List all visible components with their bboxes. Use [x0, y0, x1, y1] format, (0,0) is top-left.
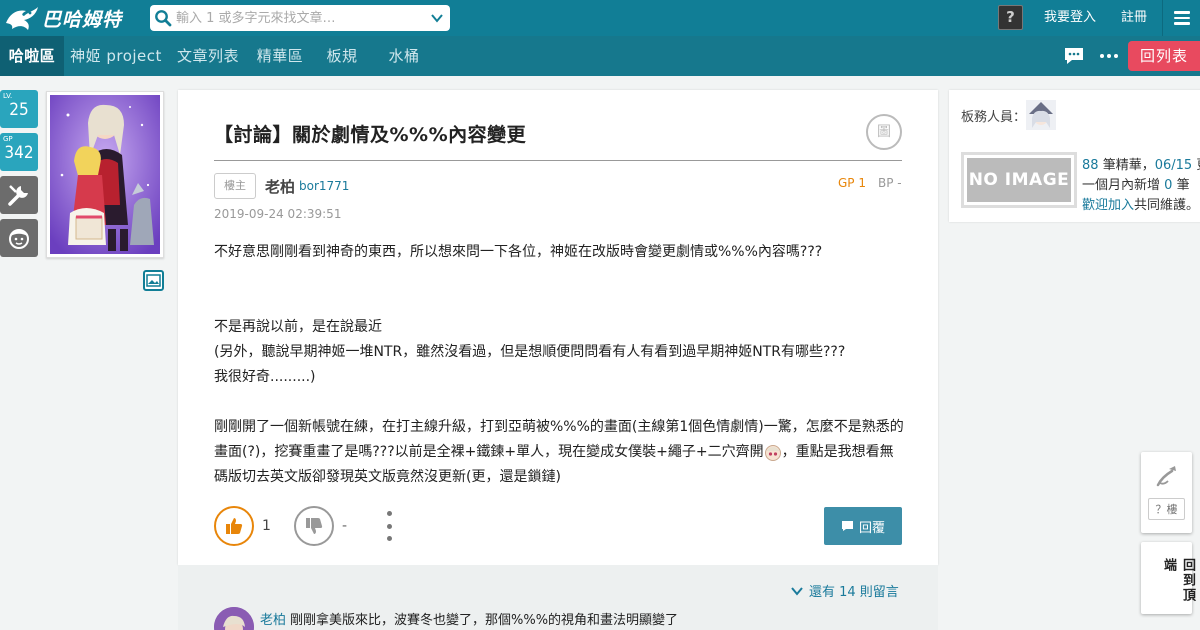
tab-board-name[interactable]: 神姬 project — [64, 36, 168, 76]
comments-section: 還有 14 則留言 老柏 剛剛拿美版來比，波賽冬也變了，那個%%%的視角和畫法明… — [178, 565, 938, 630]
reply-label: 回覆 — [858, 520, 885, 536]
image-post-badge[interactable]: 圖 — [866, 114, 902, 150]
post-more-icon[interactable] — [384, 511, 394, 541]
top-header: 巴哈姆特 ? 我要登入 註冊 — [0, 0, 1200, 36]
featured-suffix: 更 — [1196, 158, 1200, 173]
floating-toolbar — [1141, 452, 1192, 533]
thumbs-down-button[interactable] — [294, 506, 334, 546]
join-line: 歡迎加入共同維護。 — [1082, 194, 1199, 213]
thumbs-up-button[interactable] — [214, 506, 254, 546]
jump-to-floor-input[interactable] — [1148, 498, 1185, 520]
tab-featured[interactable]: 精華區 — [248, 36, 312, 76]
bp-vote-count: - — [342, 518, 348, 534]
chevron-down-icon[interactable] — [430, 11, 444, 25]
post-body: 不好意思剛剛看到神奇的東西，所以想來問一下各位，神姬在改版時會變更劇情或%%%內… — [214, 240, 904, 490]
featured-count[interactable]: 88 — [1082, 158, 1099, 173]
tab-chat-area[interactable]: 哈啦區 — [0, 36, 64, 76]
expand-comments-link[interactable]: 還有 14 則留言 — [791, 581, 899, 600]
noimage-text: NO IMAGE — [967, 158, 1071, 202]
login-link[interactable]: 我要登入 — [1036, 0, 1104, 36]
post-paragraph: (另外，聽說早期神姬一堆NTR，雖然沒看過，但是想順便問問看有人有看到過早期神姬… — [214, 344, 846, 360]
gp-vote-count: 1 — [262, 518, 271, 534]
post-paragraph: 我很好奇.........) — [214, 369, 316, 385]
level-badge: LV. 25 — [0, 90, 38, 128]
menu-icon[interactable] — [1162, 0, 1200, 36]
chevron-down-icon — [791, 586, 803, 596]
thumbs-down-icon — [306, 518, 323, 534]
post-card: 【討論】關於劇情及%%%內容變更 圖 樓主 老柏 bor1771 GP 1 BP… — [178, 90, 938, 565]
board-info-card: 板務人員： NO IMAGE 88 筆精華，06/15 更 一個月內新增 0 筆… — [949, 90, 1200, 222]
comment-author[interactable]: 老柏 — [260, 609, 286, 628]
search-box[interactable] — [150, 5, 450, 31]
comment-text: 剛剛拿美版來比，波賽冬也變了，那個%%%的視角和畫法明顯變了 — [290, 613, 679, 628]
post-paragraph: 不好意思剛剛看到神奇的東西，所以想來問一下各位，神姬在改版時會變更劇情或%%%內… — [214, 244, 823, 260]
tab-article-list[interactable]: 文章列表 — [168, 36, 248, 76]
level-value: 25 — [9, 100, 29, 120]
pen-icon[interactable] — [1154, 463, 1180, 489]
post-timestamp: 2019-09-24 02:39:51 — [214, 207, 342, 221]
user-avatar-placeholder[interactable]: ? — [998, 5, 1023, 30]
scroll-top-label: 回到頂端 — [1161, 558, 1195, 603]
tab-rules[interactable]: 板規 — [312, 36, 372, 76]
gp-count: GP 1 — [838, 176, 866, 190]
gp-tag: GP — [3, 135, 13, 143]
sticker-emoji-icon — [764, 445, 781, 461]
search-icon[interactable] — [150, 5, 176, 31]
commenter-avatar[interactable] — [214, 607, 254, 630]
gallery-icon[interactable] — [143, 270, 164, 291]
monthly-count: 0 — [1164, 178, 1173, 193]
monthly-suffix: 筆 — [1176, 178, 1190, 193]
bahamut-dragon-logo — [6, 7, 38, 30]
featured-date: 06/15 — [1154, 158, 1193, 173]
monthly-label: 一個月內新增 — [1082, 178, 1161, 193]
reply-icon — [841, 521, 853, 531]
post-paragraph: 不是再說以前，是在說最近 — [214, 319, 382, 335]
author-id[interactable]: bor1771 — [299, 179, 349, 193]
moderator-label: 板務人員： — [961, 110, 1027, 125]
gp-value: 342 — [4, 143, 34, 163]
chat-bubble-icon[interactable] — [1063, 46, 1085, 66]
join-suffix: 共同維護。 — [1134, 198, 1200, 213]
board-nav: 哈啦區 神姬 project 文章列表 精華區 板規 水桶 回列表 — [0, 36, 1200, 76]
register-link[interactable]: 註冊 — [1112, 0, 1156, 36]
author-name[interactable]: 老柏 — [265, 176, 295, 197]
level-tag: LV. — [3, 92, 13, 100]
author-avatar[interactable] — [46, 91, 164, 258]
join-link[interactable]: 歡迎加入 — [1082, 198, 1134, 213]
more-horizontal-icon[interactable] — [1098, 46, 1120, 66]
board-banner-placeholder: NO IMAGE — [961, 152, 1077, 208]
search-input[interactable] — [176, 7, 416, 29]
floor-tag: 樓主 — [214, 173, 256, 199]
back-to-list-button[interactable]: 回列表 — [1128, 41, 1200, 71]
thumbs-up-icon — [226, 518, 243, 534]
post-title: 【討論】關於劇情及%%%內容變更 — [214, 124, 527, 146]
scroll-top-button[interactable]: 回到頂端 — [1141, 542, 1195, 614]
logo-text: 巴哈姆特 — [42, 8, 123, 31]
reply-button[interactable]: 回覆 — [824, 507, 902, 545]
featured-stats: 88 筆精華，06/15 更 — [1082, 154, 1200, 173]
wrench-icon[interactable] — [0, 176, 38, 214]
gp-badge: GP 342 — [0, 133, 38, 171]
post-paragraph: 剛剛開了一個新帳號在練，在打主線升級，打到亞萌被%%%的畫面(主線第1個色情劇情… — [214, 415, 904, 490]
tab-banned[interactable]: 水桶 — [372, 36, 436, 76]
more-comments-label: 還有 14 則留言 — [809, 585, 899, 600]
title-divider — [214, 160, 902, 161]
moderator-avatar[interactable] — [1026, 100, 1056, 130]
avatar-artwork — [50, 95, 160, 254]
monthly-stats: 一個月內新增 0 筆 — [1082, 174, 1190, 193]
bp-count: BP - — [878, 176, 902, 190]
site-logo[interactable]: 巴哈姆特 — [4, 2, 128, 34]
featured-label: 筆精華， — [1102, 158, 1155, 173]
face-icon[interactable] — [0, 219, 38, 257]
